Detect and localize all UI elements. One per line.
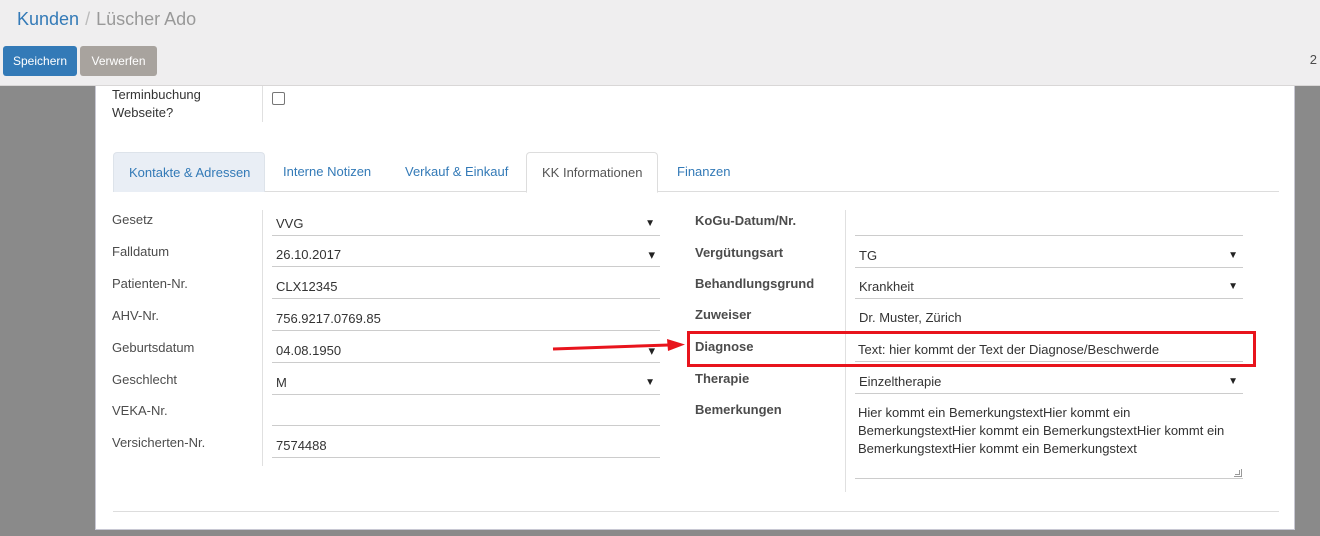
annotation-highlight-box xyxy=(687,331,1256,367)
patienten-nr-input[interactable]: CLX12345 xyxy=(272,275,660,299)
resize-grip-icon[interactable] xyxy=(1234,469,1242,477)
patienten-nr-label: Patienten-Nr. xyxy=(112,276,188,291)
geschlecht-value: M xyxy=(276,375,287,390)
falldatum-date-input[interactable]: 26.10.2017 ▾ xyxy=(272,243,660,267)
zuweiser-value: Dr. Muster, Zürich xyxy=(859,310,962,325)
behandlungsgrund-value: Krankheit xyxy=(859,279,914,294)
geburtsdatum-value: 04.08.1950 xyxy=(276,343,342,358)
bemerkungen-label: Bemerkungen xyxy=(695,402,782,417)
ahv-nr-input[interactable]: 756.9217.0769.85 xyxy=(272,307,660,331)
therapie-label: Therapie xyxy=(695,371,750,386)
form-sheet: Terminbuchung Webseite? Kontakte & Adres… xyxy=(95,86,1295,530)
breadcrumb-separator: / xyxy=(85,9,91,29)
bemerkungen-value: Hier kommt ein BemerkungstextHier kommt … xyxy=(858,405,1225,456)
versicherten-nr-input[interactable]: 7574488 xyxy=(272,434,660,458)
dropdown-caret-icon: ▼ xyxy=(1228,250,1238,261)
breadcrumb: Kunden / Lüscher Ado xyxy=(17,9,196,30)
control-panel: Kunden / Lüscher Ado Speichern Verwerfen 2 xyxy=(0,0,1320,86)
verguetungsart-value: TG xyxy=(859,248,878,263)
terminbuchung-checkbox[interactable] xyxy=(272,92,285,105)
veka-nr-input[interactable] xyxy=(272,402,660,426)
patienten-nr-value: CLX12345 xyxy=(276,279,338,294)
terminbuchung-label-line1: Terminbuchung xyxy=(112,87,201,102)
left-label-divider xyxy=(262,210,263,466)
dropdown-caret-icon: ▼ xyxy=(1228,376,1238,387)
behandlungsgrund-select[interactable]: Krankheit ▼ xyxy=(855,275,1243,299)
falldatum-label: Falldatum xyxy=(112,244,170,259)
tab-interne-notizen[interactable]: Interne Notizen xyxy=(268,152,386,192)
ahv-nr-label: AHV-Nr. xyxy=(112,308,159,323)
save-button[interactable]: Speichern xyxy=(3,46,77,76)
notebook-tabs: Kontakte & Adressen Interne Notizen Verk… xyxy=(113,152,1279,193)
discard-button[interactable]: Verwerfen xyxy=(80,46,157,76)
therapie-select[interactable]: Einzeltherapie ▼ xyxy=(855,370,1243,394)
tab-finanzen[interactable]: Finanzen xyxy=(662,152,745,192)
breadcrumb-link-kunden[interactable]: Kunden xyxy=(17,9,79,29)
zuweiser-label: Zuweiser xyxy=(695,307,752,322)
verguetungsart-label: Vergütungsart xyxy=(695,245,784,260)
tab-kontakte-adressen[interactable]: Kontakte & Adressen xyxy=(113,152,265,192)
verguetungsart-select[interactable]: TG ▼ xyxy=(855,244,1243,268)
dropdown-caret-icon: ▼ xyxy=(645,218,655,229)
kogu-input[interactable] xyxy=(855,212,1243,236)
kogu-label: KoGu-Datum/Nr. xyxy=(695,213,797,228)
footer-divider xyxy=(113,511,1279,512)
ahv-nr-value: 756.9217.0769.85 xyxy=(276,311,381,326)
versicherten-nr-label: Versicherten-Nr. xyxy=(112,435,206,450)
dropdown-caret-icon: ▼ xyxy=(645,377,655,388)
breadcrumb-current: Lüscher Ado xyxy=(96,9,197,29)
tab-kk-informationen[interactable]: KK Informationen xyxy=(526,152,659,193)
falldatum-value: 26.10.2017 xyxy=(276,247,342,262)
veka-nr-label: VEKA-Nr. xyxy=(112,403,168,418)
annotation-arrow-icon xyxy=(552,339,685,351)
label-divider xyxy=(262,86,263,122)
geschlecht-label: Geschlecht xyxy=(112,372,178,387)
gesetz-select[interactable]: VVG ▼ xyxy=(272,212,660,236)
geschlecht-select[interactable]: M ▼ xyxy=(272,371,660,395)
bemerkungen-textarea[interactable]: Hier kommt ein BemerkungstextHier kommt … xyxy=(855,402,1243,479)
terminbuchung-label: Terminbuchung Webseite? xyxy=(112,86,201,122)
gesetz-value: VVG xyxy=(276,216,304,231)
date-dropdown-icon[interactable]: ▾ xyxy=(648,243,655,266)
pager-value[interactable]: 2 xyxy=(1310,52,1317,67)
versicherten-nr-value: 7574488 xyxy=(276,438,327,453)
terminbuchung-label-line2: Webseite? xyxy=(112,105,174,120)
dropdown-caret-icon: ▼ xyxy=(1228,281,1238,292)
tab-verkauf-einkauf[interactable]: Verkauf & Einkauf xyxy=(390,152,523,192)
gesetz-label: Gesetz xyxy=(112,212,154,227)
therapie-value: Einzeltherapie xyxy=(859,374,942,389)
geburtsdatum-label: Geburtsdatum xyxy=(112,340,195,355)
behandlungsgrund-label: Behandlungsgrund xyxy=(695,276,815,291)
